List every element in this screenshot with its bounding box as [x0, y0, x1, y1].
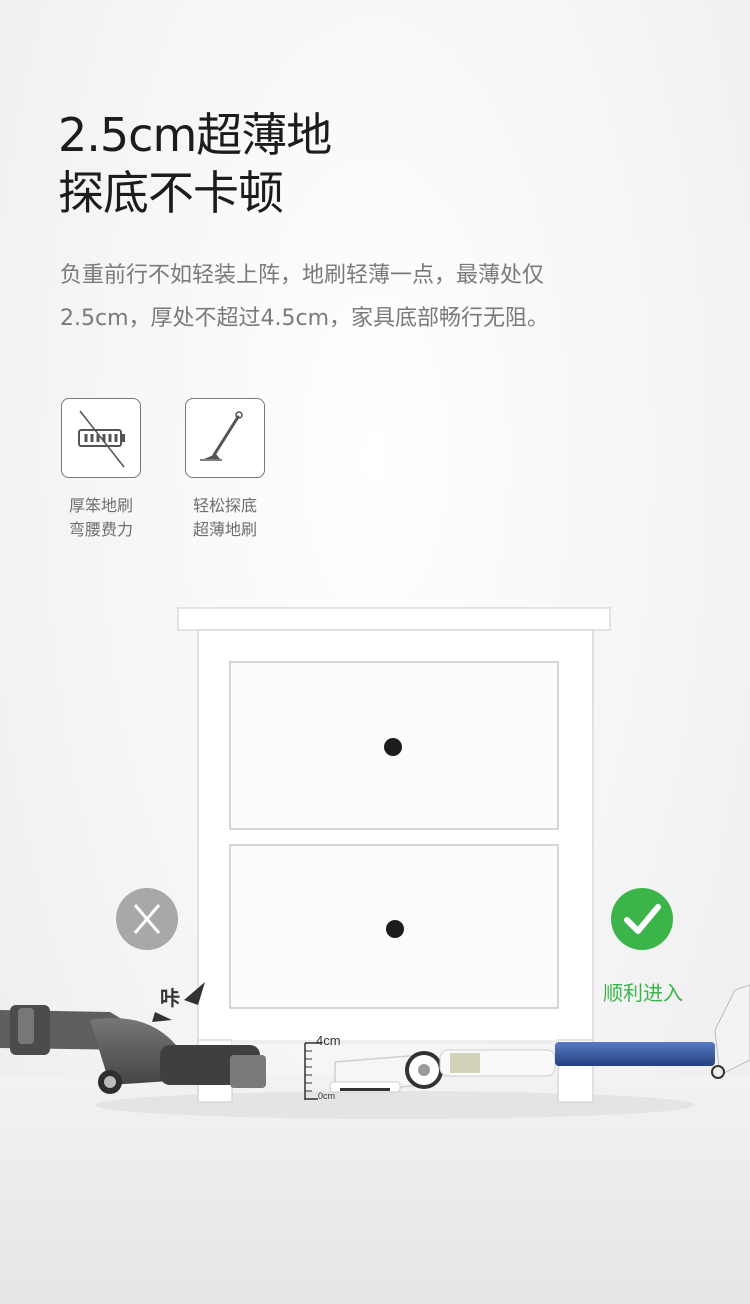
success-badge	[611, 888, 673, 950]
floor-shadow	[95, 1091, 695, 1119]
drawer-knob	[384, 738, 402, 756]
nightstand	[177, 607, 611, 1103]
impact-sound-label: 咔	[160, 986, 180, 1010]
fail-badge	[116, 888, 178, 950]
drawer-knob	[386, 920, 404, 938]
nightstand-scene	[0, 607, 750, 1304]
blue-tube	[555, 1042, 715, 1066]
ruler-top-label: 4cm	[316, 1033, 341, 1048]
ruler-bottom-label: 0cm	[318, 1091, 336, 1101]
success-label: 顺利进入	[603, 981, 683, 1005]
